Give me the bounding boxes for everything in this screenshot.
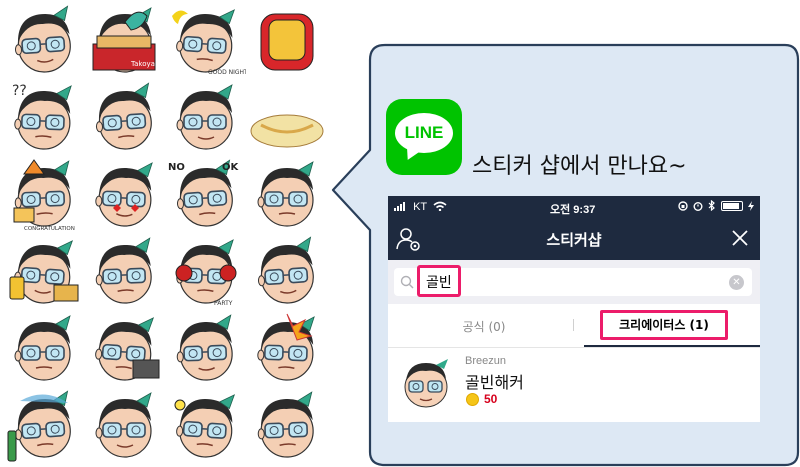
sticker-iron-mask <box>247 2 327 79</box>
carrier-label: KT <box>413 201 427 213</box>
clear-search-icon[interactable]: ✕ <box>729 275 744 290</box>
tab-official[interactable]: 공식 (0) <box>428 318 540 335</box>
svg-text:GOOD NIGHT: GOOD NIGHT <box>208 69 246 76</box>
sticker-thumbnail <box>404 359 448 408</box>
nav-title: 스티커샵 <box>546 231 602 249</box>
creator-name: Breezun <box>465 355 506 367</box>
nav-bar: 스티커샵 <box>388 218 760 260</box>
result-tabs: 공식 (0) 크리에이터스 (1) <box>388 304 760 348</box>
sticker-idea-bulb <box>166 387 246 464</box>
carrier: KT <box>394 201 447 213</box>
sticker-grin <box>166 310 246 387</box>
battery-icon <box>721 200 743 211</box>
status-right-icons <box>678 200 754 211</box>
sticker-tired <box>4 310 84 387</box>
sticker-whistle <box>85 233 165 310</box>
signal-icon <box>394 202 405 211</box>
close-icon[interactable] <box>730 228 750 248</box>
sticker-good-night: GOOD NIGHT <box>166 2 246 79</box>
svg-text:Takoyaki: Takoyaki <box>130 60 161 68</box>
sticker-pack-name: 골빈해커 <box>465 373 524 392</box>
promo-tagline: 스티커 샵에서 만나요~ <box>472 154 687 179</box>
sticker-angry-fire <box>247 310 327 387</box>
sticker-grid: Takoyaki GOOD NIGHT ?? CONGRATULATION NO… <box>0 0 324 467</box>
sticker-price: 50 <box>484 392 498 406</box>
sticker-noodle-bowl <box>247 79 327 156</box>
svg-text:PARTY: PARTY <box>214 300 233 307</box>
sticker-ok-wave <box>247 156 327 233</box>
tab-divider <box>573 319 574 331</box>
sticker-heart-eyes <box>85 156 165 233</box>
sticker-party-headphones: PARTY <box>166 233 246 310</box>
alarm-icon <box>693 201 703 211</box>
sticker-takoyaki-box: Takoyaki <box>85 2 165 79</box>
search-input[interactable]: 골빈 ✕ <box>394 265 752 297</box>
sticker-cold-soju <box>4 387 84 464</box>
search-icon <box>400 275 414 289</box>
svg-text:CONGRATULATION: CONGRATULATION <box>24 226 75 232</box>
tab-selected-underline <box>584 345 760 347</box>
line-logo: LINE <box>386 99 462 175</box>
bluetooth-icon <box>708 200 715 211</box>
list-item[interactable]: Breezun 골빈해커 50 <box>388 349 760 415</box>
sticker-thinking <box>85 387 165 464</box>
tab-creators[interactable]: 크리에이터스 (1) <box>600 310 728 340</box>
phone-screen: KT 오전 9:37 스티커샵 골빈 ✕ 공식 (0) 크리에이터스 (1) B… <box>388 196 760 422</box>
sticker-confused: ?? <box>4 79 84 156</box>
sticker-smirk <box>85 79 165 156</box>
svg-text:NO: NO <box>168 162 185 173</box>
svg-text:OK: OK <box>222 162 240 173</box>
line-logo-text: LINE <box>404 123 444 142</box>
sticker-laptop <box>85 310 165 387</box>
wifi-icon <box>433 201 447 212</box>
status-time: 오전 9:37 <box>550 204 596 216</box>
rotation-lock-icon <box>678 200 688 211</box>
sticker-sweat <box>247 387 327 464</box>
search-bar: 골빈 ✕ <box>388 260 760 304</box>
sticker-face-kiss <box>4 2 84 79</box>
sticker-crying <box>166 79 246 156</box>
status-bar: KT 오전 9:37 <box>388 196 760 218</box>
sticker-annoyed <box>247 233 327 310</box>
sticker-beer <box>4 233 84 310</box>
search-query: 골빈 <box>426 275 452 291</box>
sticker-no-ok: NO OK <box>166 156 246 233</box>
svg-text:??: ?? <box>12 83 27 99</box>
sticker-congratulation: CONGRATULATION <box>4 156 84 233</box>
charging-icon <box>748 200 754 211</box>
coin-icon <box>466 393 479 406</box>
